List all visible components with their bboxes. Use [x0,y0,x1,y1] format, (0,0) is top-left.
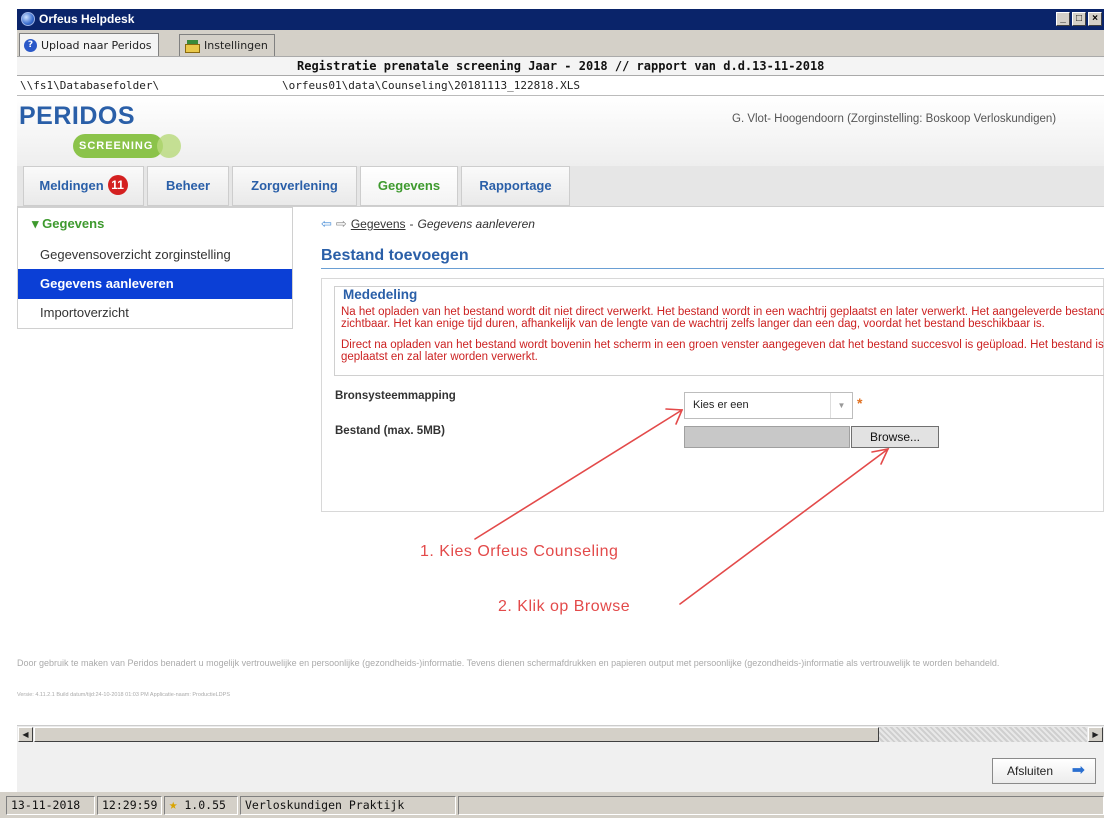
orfeus-app-icon [21,12,35,26]
user-info: G. Vlot- Hoogendoorn (Zorginstelling: Bo… [732,113,1057,125]
scroll-right-button[interactable]: ▶ [1088,727,1103,742]
scroll-left-button[interactable]: ◀ [18,727,33,742]
close-window-button[interactable]: × [1088,12,1102,26]
path-bar: \\fs1\Databasefolder\ \orfeus01\data\Cou… [17,76,1104,96]
browse-button[interactable]: Browse... [851,426,939,448]
notice-line: geplaatst en zal later worden verwerkt. [341,351,538,363]
report-title-bar: Registratie prenatale screening Jaar - 2… [17,56,1104,76]
nav-tab-zorgverlening[interactable]: Zorgverlening [232,166,357,206]
tab-instellingen[interactable]: Instellingen [179,34,275,56]
sidebar-header[interactable]: ▾ Gegevens [32,216,104,232]
tab-upload-naar-peridos[interactable]: ? Upload naar Peridos [19,33,159,57]
collapse-arrow-icon: ▾ [32,216,39,231]
file-path-field[interactable] [684,426,850,448]
mapping-select-value: Kies er een [693,399,749,411]
nav-tab-rapportage[interactable]: Rapportage [461,166,570,206]
annotation-step-1: 1. Kies Orfeus Counseling [420,543,619,560]
mapping-label: Bronsysteemmapping [335,390,456,402]
nav-tab-gegevens[interactable]: Gegevens [360,166,458,206]
back-arrow-icon[interactable]: ⇦ [321,216,332,232]
minimize-button[interactable]: _ [1056,12,1070,26]
notice-line: Direct na opladen van het bestand wordt … [341,339,1104,351]
nav-tab-label: Rapportage [479,178,552,193]
afsluiten-button[interactable]: Afsluiten ➡ [992,758,1096,784]
page-title: Bestand toevoegen [321,247,1104,269]
status-version: 1.0.55 [184,798,226,812]
status-practice: Verloskundigen Praktijk [240,796,456,815]
status-version-panel: ★ 1.0.55 [164,796,238,815]
sidebar-item-importoverzicht[interactable]: Importoverzicht [18,298,292,328]
window-title: Orfeus Helpdesk [39,12,135,26]
footer-version: Versie: 4.11.2.1 Build datum/tijd:24-10-… [17,692,230,698]
status-empty-panel [458,796,1104,815]
settings-icon [184,39,200,53]
notice-line: Na het opladen van het bestand wordt dit… [341,306,1104,318]
breadcrumb: ⇦ ⇨ Gegevens - Gegevens aanleveren [321,216,535,232]
nav-tab-label: Beheer [165,178,211,193]
scroll-track[interactable] [879,727,1087,742]
peridos-logo: PERIDOS [19,102,136,130]
notification-badge: 11 [107,175,128,195]
tab-label: Upload naar Peridos [41,38,152,52]
star-icon: ★ [169,797,178,813]
status-date: 13-11-2018 [6,796,95,815]
breadcrumb-current: Gegevens aanleveren [417,217,535,231]
breadcrumb-separator: - [409,217,414,231]
mapping-select[interactable]: Kies er een ▼ [684,392,853,419]
scroll-thumb[interactable] [34,727,879,742]
chevron-down-icon: ▼ [830,393,852,418]
report-title: Registratie prenatale screening Jaar - 2… [297,59,825,73]
sidebar-item-gegevensoverzicht[interactable]: Gegevensoverzicht zorginstelling [18,240,292,270]
help-icon: ? [24,39,37,52]
database-folder-path: \\fs1\Databasefolder\ [20,79,160,92]
footer-disclaimer: Door gebruik te maken van Peridos benade… [17,658,1000,668]
breadcrumb-link-gegevens[interactable]: Gegevens [351,217,406,231]
sidebar-item-gegevens-aanleveren[interactable]: Gegevens aanleveren [18,269,292,299]
notice-line: zichtbaar. Het kan enige tijd duren, afh… [341,318,1045,330]
forward-arrow-icon[interactable]: ⇨ [336,216,347,232]
program-tab-strip: ? Upload naar Peridos Instellingen [17,30,1104,57]
arrow-right-icon: ➡ [1071,762,1085,779]
screening-logo: SCREENING [73,134,182,158]
required-marker: * [857,395,863,411]
upload-form: Mededeling Na het opladen van het bestan… [321,278,1104,512]
notice-title: Mededeling [343,287,418,302]
maximize-button[interactable]: □ [1072,12,1086,26]
nav-tab-beheer[interactable]: Beheer [147,166,229,206]
afsluiten-label: Afsluiten [1007,764,1054,778]
bottom-button-area: Afsluiten ➡ [17,742,1104,792]
nav-tab-label: Zorgverlening [251,178,338,193]
sidebar: ▾ Gegevens Gegevensoverzicht zorginstell… [17,207,293,329]
status-time: 12:29:59 [97,796,162,815]
main-navigation: Meldingen 11 Beheer Zorgverlening Gegeven… [17,166,1104,207]
window-titlebar: Orfeus Helpdesk _ □ × [17,9,1104,30]
tab-label: Instellingen [204,38,268,52]
nav-tab-meldingen[interactable]: Meldingen 11 [23,166,144,206]
window-controls: _ □ × [1056,12,1102,26]
annotation-step-2: 2. Klik op Browse [498,598,631,615]
notice-box: Mededeling Na het opladen van het bestan… [334,286,1104,376]
nav-tab-label: Gegevens [377,178,441,193]
file-path: \orfeus01\data\Counseling\20181113_12281… [282,79,581,92]
file-label: Bestand (max. 5MB) [335,425,445,437]
app-header: PERIDOS SCREENING G. Vlot- Hoogendoorn (… [17,96,1104,166]
nav-tab-label: Meldingen [39,178,104,193]
status-bar: 13-11-2018 12:29:59 ★ 1.0.55 Verloskundi… [0,792,1104,818]
horizontal-scrollbar[interactable]: ◀ ▶ [17,725,1104,742]
